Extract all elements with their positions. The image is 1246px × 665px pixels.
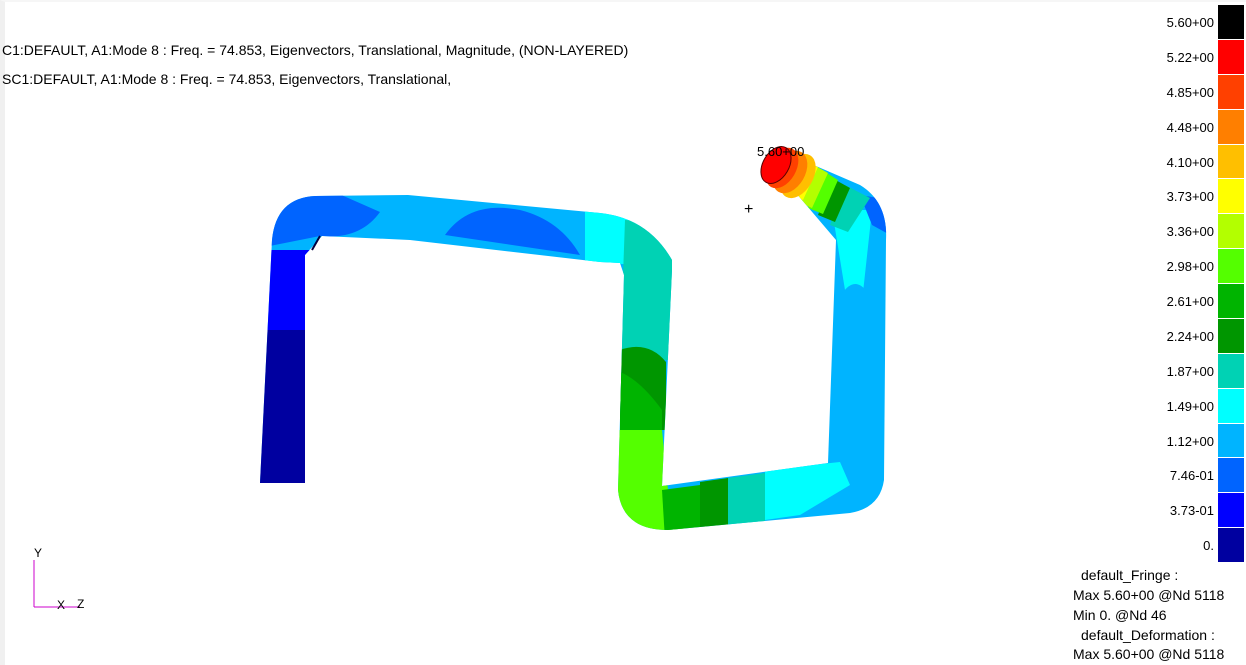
legend-swatch — [1218, 74, 1244, 110]
legend-value-label: 4.48+00 — [1166, 119, 1214, 135]
legend-value-label: 7.46-01 — [1169, 468, 1214, 484]
fringe-max-value: Max 5.60+00 @Nd 5118 — [1073, 587, 1225, 603]
legend-swatch — [1218, 144, 1244, 180]
fem-viewport[interactable]: C1:DEFAULT, A1:Mode 8 : Freq. = 74.853, … — [0, 0, 1246, 665]
fringe-legend-colorbar[interactable] — [1218, 5, 1244, 563]
legend-swatch — [1218, 109, 1244, 145]
result-title-deformation: SC1:DEFAULT, A1:Mode 8 : Freq. = 74.853,… — [2, 71, 452, 87]
legend-swatch — [1218, 179, 1244, 215]
legend-swatch — [1218, 214, 1244, 250]
legend-value-label: 3.73+00 — [1166, 189, 1214, 205]
legend-swatch — [1218, 493, 1244, 529]
legend-swatch — [1218, 423, 1244, 459]
deformed-pipe-model[interactable] — [0, 0, 1246, 665]
legend-value-label: 2.24+00 — [1166, 328, 1214, 344]
deformation-max-value: Max 5.60+00 @Nd 5118 — [1073, 646, 1225, 662]
legend-swatch — [1218, 353, 1244, 389]
legend-value-label: 5.60+00 — [1166, 15, 1214, 30]
deformation-summary-title: default_Deformation : — [1081, 627, 1215, 643]
legend-swatch — [1218, 318, 1244, 354]
legend-swatch — [1218, 458, 1244, 494]
legend-swatch — [1218, 284, 1244, 319]
legend-swatch — [1218, 39, 1244, 75]
legend-value-label: 1.12+00 — [1166, 433, 1214, 449]
triad-y-label: Y — [34, 546, 43, 560]
legend-swatch — [1218, 388, 1244, 424]
triad-x-label: X — [57, 598, 66, 612]
legend-swatch — [1218, 528, 1244, 563]
rotation-center-marker: + — [744, 201, 754, 218]
fringe-summary-title: default_Fringe : — [1081, 567, 1179, 583]
legend-value-label: 2.98+00 — [1166, 259, 1214, 275]
result-title-fringe: C1:DEFAULT, A1:Mode 8 : Freq. = 74.853, … — [2, 42, 629, 58]
legend-value-label: 1.49+00 — [1166, 398, 1214, 414]
fringe-min-value: Min 0. @Nd 46 — [1073, 607, 1167, 623]
legend-value-label: 4.85+00 — [1166, 84, 1214, 100]
legend-value-label: 5.22+00 — [1166, 49, 1214, 65]
peak-value-marker: 5.60+00 — [757, 144, 805, 159]
legend-swatch — [1218, 249, 1244, 284]
legend-value-label: 2.61+00 — [1166, 294, 1214, 309]
triad-z-label: Z — [77, 597, 85, 611]
legend-value-label: 3.36+00 — [1166, 224, 1214, 240]
legend-value-label: 0. — [1203, 538, 1214, 554]
legend-value-label: 4.10+00 — [1166, 154, 1214, 170]
legend-swatch — [1218, 5, 1244, 40]
legend-value-label: 3.73-01 — [1169, 503, 1214, 519]
legend-value-label: 1.87+00 — [1166, 363, 1214, 379]
